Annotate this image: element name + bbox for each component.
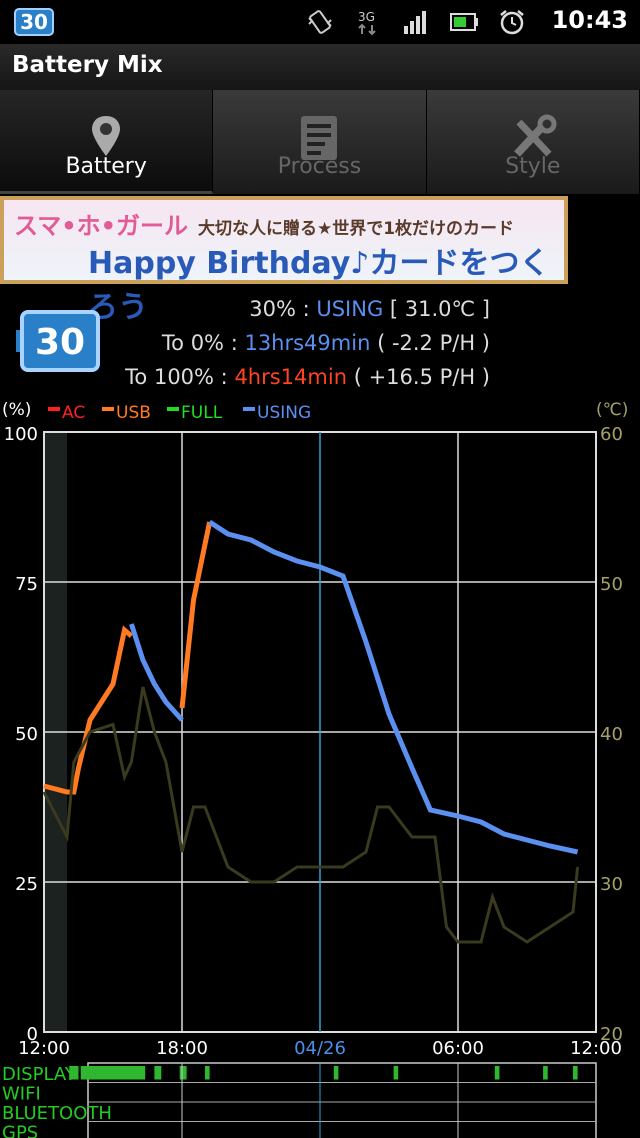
x-tick: 12:00 — [18, 1038, 70, 1059]
plot-frame — [43, 431, 597, 1033]
ad-tagline: 大切な人に贈る★世界で1枚だけのカード — [197, 219, 515, 239]
x-tick: 18:00 — [156, 1038, 208, 1059]
legend-entry: USB — [116, 403, 151, 423]
to-zero-row: To 0% : 13hrs49min ( -2.2 P/H ) — [161, 331, 490, 355]
to-full-label: To 100% — [125, 365, 214, 389]
y-left-tick: 50 — [15, 724, 38, 745]
activity-frame — [87, 1062, 597, 1138]
no-data-region — [44, 432, 67, 1032]
x-tick: 06:00 — [432, 1038, 484, 1059]
y-right-tick: 20 — [600, 1024, 623, 1045]
activity-segment — [69, 1066, 79, 1080]
legend-entry: FULL — [181, 403, 223, 423]
usb-series-line — [43, 625, 134, 795]
to-zero-label: To 0% — [161, 331, 225, 355]
to-full-time: 4hrs14min — [234, 365, 348, 389]
activity-segment — [543, 1066, 548, 1080]
alarm-icon — [498, 8, 526, 36]
to-zero-time: 13hrs49min — [244, 331, 371, 355]
temperature-line — [42, 686, 580, 944]
activity-segment — [179, 1066, 187, 1080]
activity-row-label: BLUETOOTH — [2, 1103, 112, 1124]
using-series-line — [208, 519, 579, 855]
activity-row-label: WIFI — [2, 1084, 41, 1105]
activity-segment — [205, 1066, 210, 1080]
signal-icon — [402, 8, 430, 36]
x-tick: 04/26 — [294, 1038, 346, 1059]
legend-swatch — [48, 407, 60, 411]
tab-label: Battery — [65, 154, 147, 179]
level-label: 30% — [249, 297, 296, 321]
network-label: 3G — [358, 10, 375, 24]
activity-segment — [573, 1066, 578, 1080]
to-full-row: To 100% : 4hrs14min ( +16.5 P/H ) — [125, 365, 490, 389]
y-right-tick: 30 — [600, 874, 623, 895]
activity-segment — [393, 1066, 399, 1080]
app-title-bar: Battery Mix — [0, 44, 640, 90]
activity-segment — [333, 1066, 339, 1080]
y-left-tick: 0 — [27, 1024, 38, 1045]
y-left-label: (%) — [2, 400, 31, 420]
tab-battery[interactable]: Battery — [0, 90, 214, 194]
tab-bar: Battery Process Style — [0, 90, 640, 194]
clock: 10:43 — [551, 6, 628, 34]
badge-number: 30 — [20, 10, 48, 34]
activity-segment — [494, 1066, 500, 1080]
app-title: Battery Mix — [12, 52, 163, 78]
activity-segment — [80, 1066, 146, 1080]
y-right-tick: 40 — [600, 724, 623, 745]
tab-label: Process — [277, 154, 362, 179]
y-right-tick: 60 — [600, 424, 623, 445]
to-zero-rate: ( -2.2 P/H ) — [377, 331, 490, 355]
legend-swatch — [102, 407, 114, 411]
using-series-line — [129, 623, 184, 722]
activity-row-label: DISPLAY — [2, 1064, 77, 1085]
pin-icon — [92, 116, 121, 156]
y-left-tick: 100 — [4, 424, 38, 445]
legend-swatch — [167, 407, 179, 411]
ad-banner[interactable]: スマ•ホ•ガール 大切な人に贈る★世界で1枚だけのカード Happy Birthd… — [0, 196, 568, 325]
usb-series-line — [179, 521, 213, 709]
legend-entry: USING — [257, 403, 311, 423]
y-right-label: (℃) — [596, 400, 628, 420]
legend-entry: AC — [62, 403, 85, 423]
level-state: USING — [316, 297, 384, 321]
activity-row-label: GPS — [2, 1123, 38, 1138]
x-tick: 12:00 — [570, 1038, 622, 1059]
notification-badge[interactable]: 30 — [14, 8, 54, 36]
status-bar: 30 3G 10:43 — [0, 0, 640, 44]
ad-brand: スマ•ホ•ガール 大切な人に贈る★世界で1枚だけのカード — [14, 206, 514, 241]
tab-label: Style — [505, 154, 561, 179]
to-full-rate: ( +16.5 P/H ) — [353, 365, 490, 389]
legend-swatch — [243, 407, 255, 411]
battery-icon — [450, 8, 478, 36]
tab-style[interactable]: Style — [426, 90, 640, 194]
level-row: 30% : USING [ 31.0℃ ] — [249, 297, 490, 321]
y-left-tick: 75 — [15, 574, 38, 595]
activity-segment — [154, 1066, 162, 1080]
vibrate-icon — [306, 8, 334, 36]
battery-level-badge: 30 — [16, 310, 100, 372]
ad-brand-text: スマ•ホ•ガール — [14, 212, 188, 240]
tab-process[interactable]: Process — [213, 90, 427, 194]
battery-badge-number: 30 — [35, 322, 85, 363]
network-3g-icon: 3G — [354, 8, 382, 36]
battery-info: 30% : USING [ 31.0℃ ] To 0% : 13hrs49min… — [125, 292, 490, 394]
y-right-tick: 50 — [600, 574, 623, 595]
y-left-tick: 25 — [15, 874, 38, 895]
level-temp: [ 31.0℃ ] — [389, 297, 490, 321]
